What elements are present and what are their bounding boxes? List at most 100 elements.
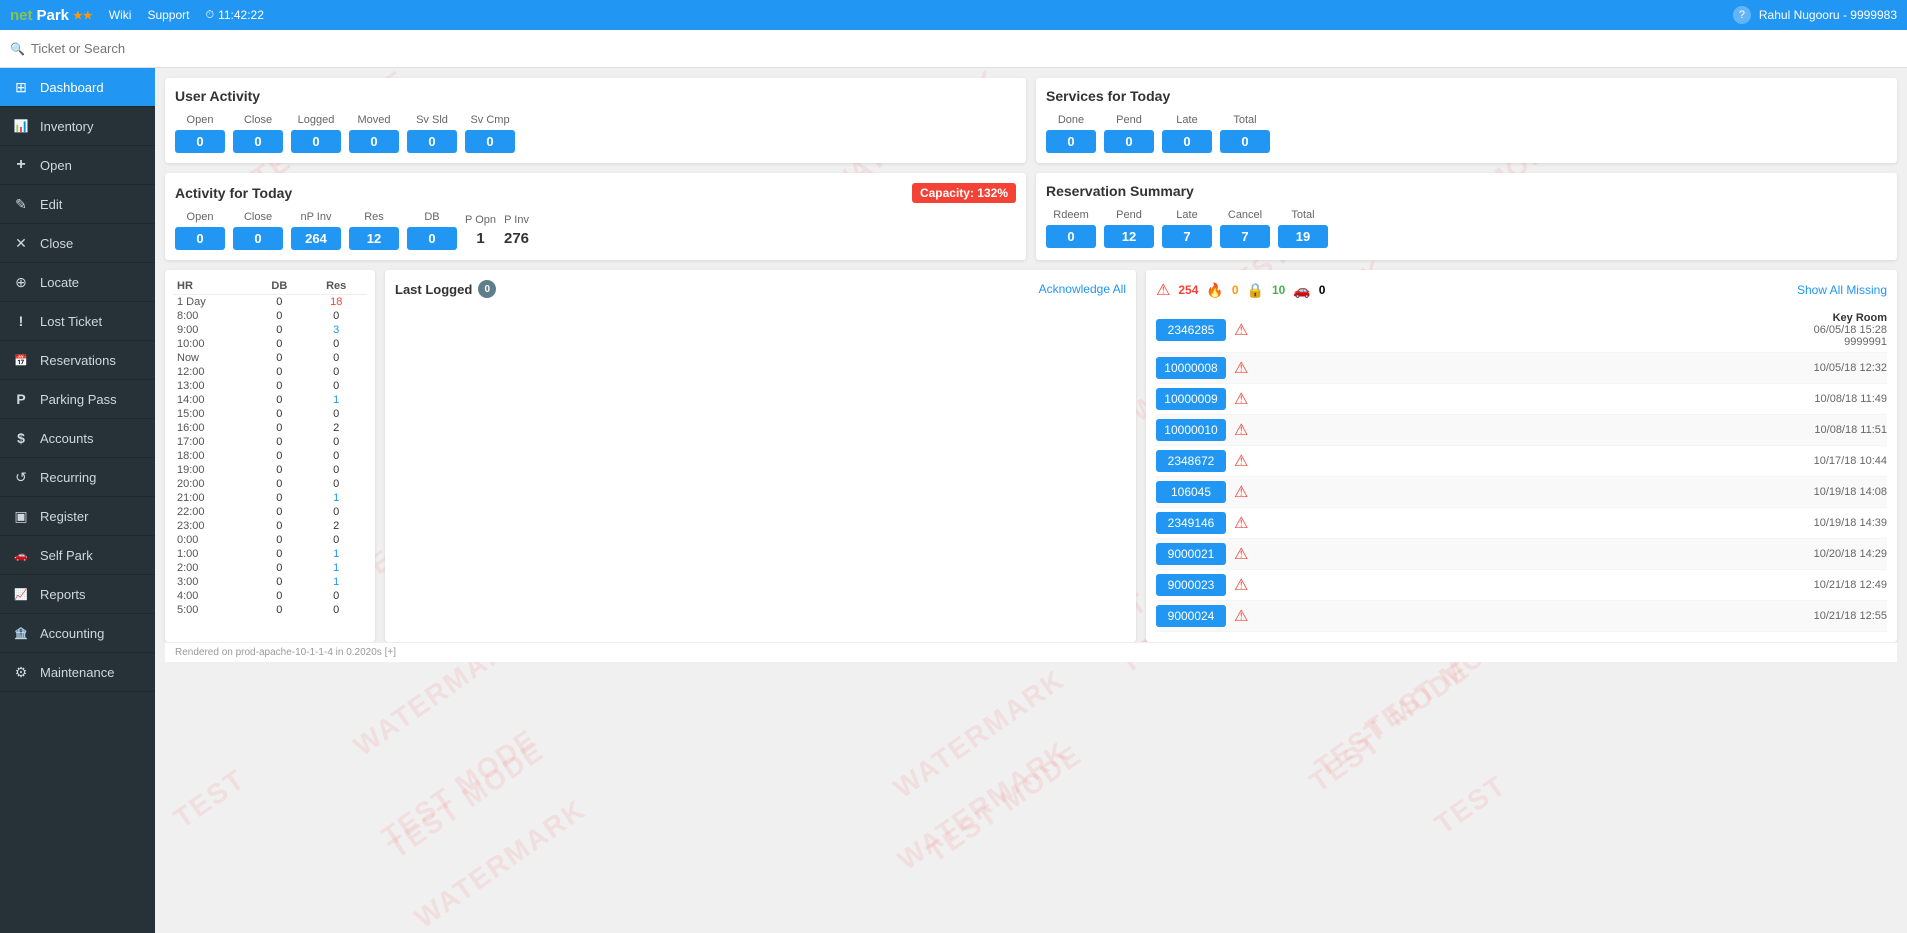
stat-label: Sv Cmp	[470, 114, 509, 126]
schedule-res-val: 0	[305, 309, 367, 323]
sidebar-item-parking-pass[interactable]: Parking Pass	[0, 380, 155, 419]
alert-info: 10/05/18 12:32	[1256, 362, 1887, 374]
schedule-time: 23:00	[173, 519, 253, 533]
alert-triangle-icon: ⚠	[1156, 280, 1170, 300]
schedule-time: 16:00	[173, 421, 253, 435]
schedule-time: 14:00	[173, 393, 253, 407]
sidebar-item-inventory[interactable]: Inventory	[0, 107, 155, 146]
user-activity-title: User Activity	[175, 88, 1016, 104]
wiki-link[interactable]: Wiki	[109, 8, 132, 22]
sidebar-item-locate[interactable]: Locate	[0, 263, 155, 302]
alert-ticket-button[interactable]: 106045	[1156, 481, 1226, 503]
alert-ticket-button[interactable]: 2346285	[1156, 319, 1226, 341]
alert-ticket-button[interactable]: 2348672	[1156, 450, 1226, 472]
support-link[interactable]: Support	[147, 8, 189, 22]
alert-info-date: 10/19/18 14:08	[1256, 486, 1887, 498]
stat-value-box: 0	[1046, 130, 1096, 153]
sidebar-item-reports[interactable]: Reports	[0, 575, 155, 614]
car-alert-count: 0	[1319, 283, 1326, 297]
alert-row: 10000009 ⚠ 10/08/18 11:49	[1156, 384, 1887, 415]
close-icon	[12, 234, 30, 252]
stat-item: Done0	[1046, 114, 1096, 153]
schedule-db-header: DB	[253, 278, 305, 295]
stat-item: Logged0	[291, 114, 341, 153]
schedule-time: 3:00	[173, 575, 253, 589]
schedule-time: 18:00	[173, 449, 253, 463]
sidebar-item-maintenance[interactable]: Maintenance	[0, 653, 155, 692]
schedule-res-val: 1	[305, 575, 367, 589]
sidebar-item-self-park[interactable]: Self Park	[0, 536, 155, 575]
schedule-db-val: 0	[253, 309, 305, 323]
stat-value-box: 7	[1162, 225, 1212, 248]
alert-ticket-button[interactable]: 2349146	[1156, 512, 1226, 534]
stat-value-box: 0	[233, 227, 283, 250]
sidebar-item-accounts[interactable]: Accounts	[0, 419, 155, 458]
schedule-row: 20:0000	[173, 477, 367, 491]
stat-item: Close0	[233, 114, 283, 153]
schedule-res-val: 2	[305, 421, 367, 435]
alert-ticket-button[interactable]: 10000009	[1156, 388, 1226, 410]
reservation-summary-stats: Rdeem0Pend12Late7Cancel7Total19	[1046, 209, 1887, 248]
alert-ticket-button[interactable]: 9000021	[1156, 543, 1226, 565]
clock-time: 11:42:22	[218, 8, 264, 22]
footer: Rendered on prod-apache-10-1-1-4 in 0.20…	[165, 642, 1897, 662]
sidebar-item-reservations[interactable]: Reservations	[0, 341, 155, 380]
schedule-res-val: 3	[305, 323, 367, 337]
sidebar-item-dashboard[interactable]: Dashboard	[0, 68, 155, 107]
stat-label: P Opn	[465, 214, 496, 226]
schedule-time: 15:00	[173, 407, 253, 421]
stat-item: Late7	[1162, 209, 1212, 248]
schedule-time: 1:00	[173, 547, 253, 561]
stat-item: Rdeem0	[1046, 209, 1096, 248]
schedule-time: 8:00	[173, 309, 253, 323]
schedule-time: 17:00	[173, 435, 253, 449]
help-icon[interactable]: ?	[1733, 6, 1751, 24]
parking-icon	[12, 390, 30, 408]
schedule-row: 16:0002	[173, 421, 367, 435]
alert-row: 9000023 ⚠ 10/21/18 12:49	[1156, 570, 1887, 601]
sidebar-item-register[interactable]: Register	[0, 497, 155, 536]
watermark-text: TEST MODE	[376, 723, 543, 853]
search-input[interactable]	[31, 41, 1897, 56]
schedule-db-val: 0	[253, 519, 305, 533]
schedule-time: 5:00	[173, 603, 253, 617]
sidebar-label-inventory: Inventory	[40, 119, 93, 134]
alert-info-date: 10/21/18 12:49	[1256, 579, 1887, 591]
stat-label: Rdeem	[1053, 209, 1088, 221]
schedule-hr-header: HR	[173, 278, 253, 295]
stat-value-box: 19	[1278, 225, 1328, 248]
sidebar-item-accounting[interactable]: Accounting	[0, 614, 155, 653]
schedule-time: 4:00	[173, 589, 253, 603]
activity-today-title: Activity for Today	[175, 185, 292, 201]
stat-label: Open	[187, 114, 214, 126]
reports-icon	[12, 585, 30, 603]
stat-value-box: 12	[1104, 225, 1154, 248]
services-today-stats: Done0Pend0Late0Total0	[1046, 114, 1887, 153]
alert-ticket-button[interactable]: 9000023	[1156, 574, 1226, 596]
stat-value-box: 0	[349, 130, 399, 153]
schedule-res-val: 0	[305, 337, 367, 351]
sidebar-item-lost-ticket[interactable]: Lost Ticket	[0, 302, 155, 341]
reservations-icon	[12, 351, 30, 369]
stat-value-box: 0	[465, 130, 515, 153]
alert-info-bold: Key Room	[1256, 312, 1887, 324]
sidebar-item-recurring[interactable]: Recurring	[0, 458, 155, 497]
sidebar-item-edit[interactable]: Edit	[0, 185, 155, 224]
show-all-missing-link[interactable]: Show All Missing	[1797, 283, 1887, 297]
alert-ticket-button[interactable]: 10000008	[1156, 357, 1226, 379]
schedule-res-header: Res	[305, 278, 367, 295]
sidebar-label-reservations: Reservations	[40, 353, 116, 368]
schedule-time: 12:00	[173, 365, 253, 379]
sidebar-item-open[interactable]: Open	[0, 146, 155, 185]
schedule-res-val: 0	[305, 379, 367, 393]
alert-ticket-button[interactable]: 10000010	[1156, 419, 1226, 441]
sidebar-item-close[interactable]: Close	[0, 224, 155, 263]
stat-item: Sv Cmp 0	[465, 114, 515, 153]
alert-ticket-button[interactable]: 9000024	[1156, 605, 1226, 627]
locate-icon	[12, 273, 30, 291]
stat-item: Late0	[1162, 114, 1212, 153]
alert-info-date: 10/17/18 10:44	[1256, 455, 1887, 467]
acknowledge-all-link[interactable]: Acknowledge All	[1039, 282, 1126, 296]
schedule-row: 4:0000	[173, 589, 367, 603]
schedule-db-val: 0	[253, 407, 305, 421]
